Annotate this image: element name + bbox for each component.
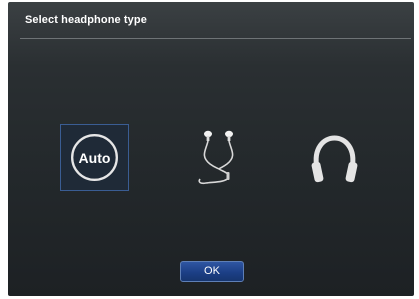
- earphones-icon: [198, 130, 234, 185]
- auto-label: Auto: [78, 150, 111, 166]
- option-headphones[interactable]: [300, 124, 369, 191]
- dialog-title: Select headphone type: [25, 14, 147, 26]
- option-auto[interactable]: Auto: [60, 124, 129, 191]
- option-earphones[interactable]: [184, 124, 253, 191]
- ok-button[interactable]: OK: [180, 261, 244, 282]
- headphone-type-dialog: Select headphone type Auto OK: [8, 2, 414, 296]
- title-divider: [20, 38, 411, 39]
- headphones-icon: [311, 135, 358, 183]
